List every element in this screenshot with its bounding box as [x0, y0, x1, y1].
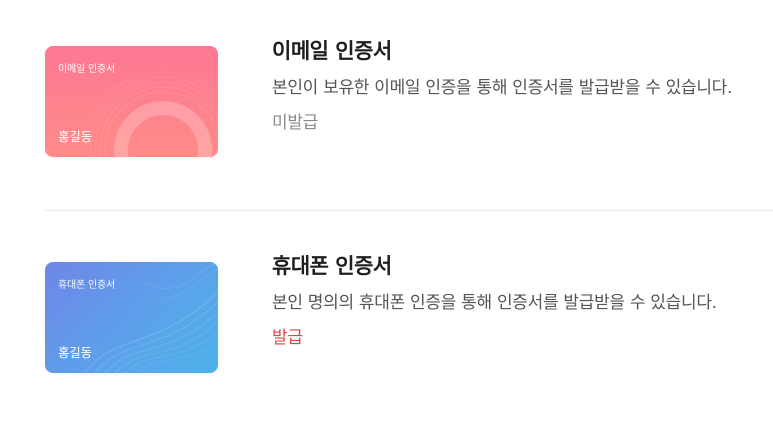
card-title: 휴대폰 인증서 [58, 280, 115, 291]
certificate-info: 휴대폰 인증서 본인 명의의 휴대폰 인증을 통해 인증서를 발급받을 수 있습… [272, 251, 742, 350]
email-certificate-item[interactable]: 이메일 인증서 홍길동 이메일 인증서 본인이 보유한 이메일 인증을 통해 인… [0, 0, 773, 210]
certificate-title: 휴대폰 인증서 [272, 254, 392, 278]
phone-certificate-card[interactable]: 휴대폰 인증서 홍길동 [45, 262, 218, 373]
certificate-title: 이메일 인증서 [272, 39, 392, 63]
status-label: 발급 [272, 328, 303, 348]
email-certificate-card[interactable]: 이메일 인증서 홍길동 [45, 46, 218, 157]
certificate-description: 본인이 보유한 이메일 인증을 통해 인증서를 발급받을 수 있습니다. [272, 78, 733, 98]
card-holder-name: 홍길동 [58, 129, 92, 144]
card-holder-name: 홍길동 [58, 345, 92, 360]
certificate-info: 이메일 인증서 본인이 보유한 이메일 인증을 통해 인증서를 발급받을 수 있… [272, 36, 742, 135]
phone-certificate-item[interactable]: 휴대폰 인증서 홍길동 휴대폰 인증서 본인 명의의 휴대폰 인증을 통해 인증… [0, 211, 773, 436]
status-label: 미발급 [272, 113, 319, 133]
certificate-description: 본인 명의의 휴대폰 인증을 통해 인증서를 발급받을 수 있습니다. [272, 293, 717, 313]
card-title: 이메일 인증서 [58, 64, 115, 75]
